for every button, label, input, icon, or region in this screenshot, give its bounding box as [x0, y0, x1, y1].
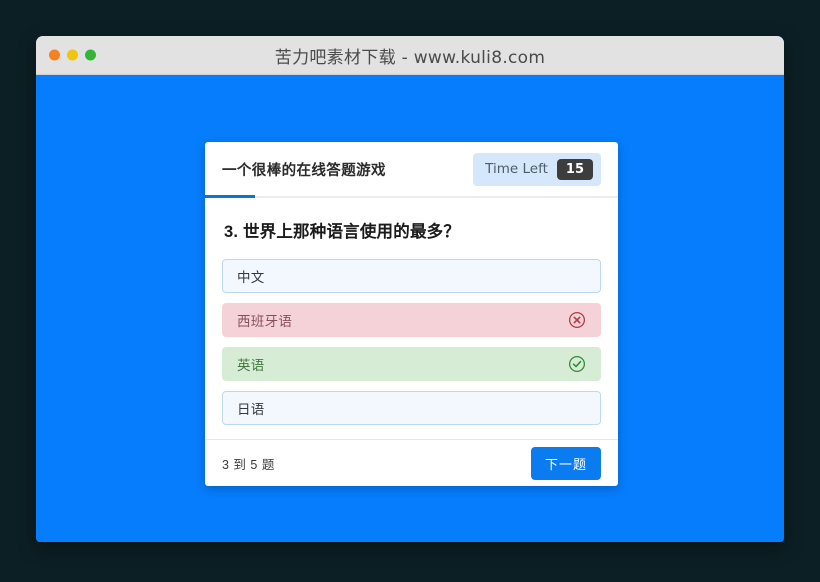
answer-option-2[interactable]: 西班牙语 — [222, 303, 601, 337]
page-body: 一个很棒的在线答题游戏 Time Left 15 3. 世界上那种语言使用的最多… — [36, 75, 784, 542]
answer-option-3[interactable]: 英语 — [222, 347, 601, 381]
next-question-button[interactable]: 下一题 — [530, 446, 601, 480]
time-left-label: Time Left — [485, 161, 548, 177]
quiz-card-footer: 3 到 5 题 下一题 — [205, 439, 618, 486]
close-window-button[interactable] — [49, 49, 60, 61]
maximize-window-button[interactable] — [85, 49, 96, 61]
answer-option-label: 中文 — [237, 270, 265, 285]
quiz-title: 一个很棒的在线答题游戏 — [222, 162, 386, 179]
answer-option-label: 英语 — [237, 358, 265, 373]
minimize-window-button[interactable] — [67, 49, 78, 61]
question-progress-text: 3 到 5 题 — [222, 457, 275, 472]
window-title: 苦力吧素材下载 - www.kuli8.com — [274, 47, 546, 68]
answer-options-list: 中文 西班牙语 英语 日语 — [222, 259, 601, 425]
quiz-card-body: 3. 世界上那种语言使用的最多？ 中文 西班牙语 英语 日语 — [205, 198, 618, 439]
answer-option-4[interactable]: 日语 — [222, 391, 601, 425]
window-controls[interactable] — [49, 49, 96, 61]
window-title-bar: 苦力吧素材下载 - www.kuli8.com — [36, 36, 784, 75]
quiz-card-header: 一个很棒的在线答题游戏 Time Left 15 — [205, 142, 618, 198]
check-circle-icon — [568, 355, 586, 373]
answer-option-label: 西班牙语 — [237, 314, 293, 329]
time-left-value: 15 — [556, 158, 593, 180]
time-left-badge: Time Left 15 — [473, 152, 601, 186]
answer-option-1[interactable]: 中文 — [222, 259, 601, 293]
question-text: 3. 世界上那种语言使用的最多？ — [224, 223, 461, 241]
quiz-card: 一个很棒的在线答题游戏 Time Left 15 3. 世界上那种语言使用的最多… — [205, 142, 618, 486]
browser-window: 苦力吧素材下载 - www.kuli8.com 一个很棒的在线答题游戏 Time… — [36, 36, 784, 542]
answer-option-label: 日语 — [237, 402, 265, 417]
x-circle-icon — [568, 311, 586, 329]
